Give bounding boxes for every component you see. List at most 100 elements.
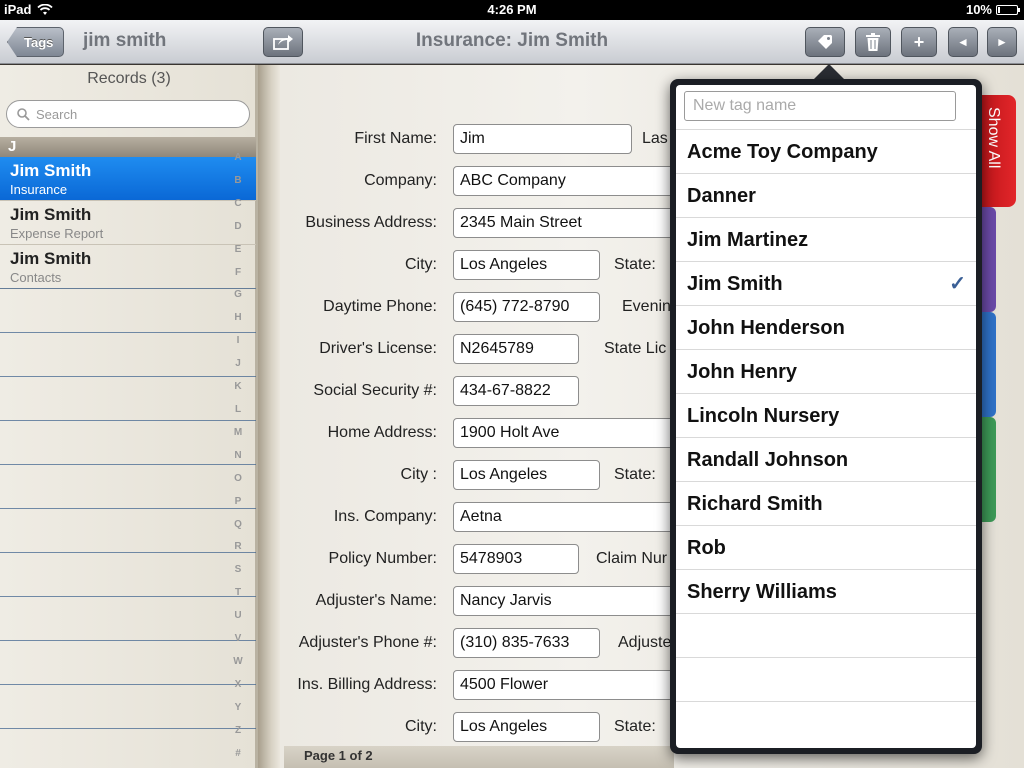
tag-item[interactable]: Sherry Williams	[676, 569, 976, 613]
home-state-label: State:	[614, 466, 656, 483]
business-address-field[interactable]: 2345 Main Street	[453, 208, 683, 238]
clock: 4:26 PM	[487, 2, 537, 17]
index-letter[interactable]: K	[230, 376, 246, 399]
index-letter[interactable]: J	[230, 353, 246, 376]
adjuster-phone-field[interactable]: (310) 835-7633	[453, 628, 600, 658]
tag-item[interactable]: Jim Smith ✓	[676, 261, 976, 305]
index-letter[interactable]: T	[230, 582, 246, 605]
ins-company-field[interactable]: Aetna	[453, 502, 683, 532]
record-type: Contacts	[10, 270, 62, 285]
tag-name: Rob	[687, 537, 726, 559]
index-letter[interactable]: P	[230, 491, 246, 514]
billing-city-label: City:	[405, 718, 437, 735]
billing-address-field[interactable]: 4500 Flower	[453, 670, 683, 700]
tag-popover: New tag name Acme Toy Company Danner Jim M…	[670, 79, 982, 754]
ruled-line	[0, 332, 256, 333]
city-field[interactable]: Los Angeles	[453, 250, 600, 280]
show-all-tab[interactable]: Show All	[982, 95, 1016, 207]
index-letter[interactable]: M	[230, 422, 246, 445]
previous-button[interactable]: ◄	[948, 27, 978, 57]
ruled-line	[0, 596, 256, 597]
index-letter[interactable]: #	[230, 743, 246, 766]
tag-item[interactable]: Randall Johnson	[676, 437, 976, 481]
index-letter[interactable]: Z	[230, 720, 246, 743]
home-address-label: Home Address:	[327, 424, 437, 441]
index-letter[interactable]: B	[230, 170, 246, 193]
ssn-label: Social Security #:	[313, 382, 437, 399]
drivers-license-field[interactable]: N2645789	[453, 334, 579, 364]
index-letter[interactable]: H	[230, 307, 246, 330]
index-letter[interactable]: N	[230, 445, 246, 468]
blue-tab[interactable]	[982, 312, 996, 417]
company-label: Company:	[364, 172, 437, 189]
adjuster-name-field[interactable]: Nancy Jarvis	[453, 586, 683, 616]
empty-tag-row	[676, 613, 976, 657]
new-tag-input[interactable]: New tag name	[684, 91, 956, 121]
tag-item[interactable]: Danner	[676, 173, 976, 217]
popover-arrow	[813, 64, 845, 80]
policy-number-field[interactable]: 5478903	[453, 544, 579, 574]
ssn-field[interactable]: 434-67-8822	[453, 376, 579, 406]
purple-tab[interactable]	[982, 207, 996, 312]
tag-item[interactable]: Acme Toy Company	[676, 129, 976, 173]
tag-item[interactable]: John Henderson	[676, 305, 976, 349]
index-letter[interactable]: C	[230, 193, 246, 216]
index-letter[interactable]: Q	[230, 514, 246, 537]
index-letter[interactable]: E	[230, 239, 246, 262]
city-label: City:	[405, 256, 437, 273]
index-letter[interactable]: I	[230, 330, 246, 353]
ruled-line	[0, 288, 256, 289]
index-letter[interactable]: A	[230, 147, 246, 170]
tag-button[interactable]	[805, 27, 845, 57]
first-name-field[interactable]: Jim	[453, 124, 632, 154]
battery-icon	[996, 4, 1020, 15]
index-letter[interactable]: R	[230, 536, 246, 559]
state-label: State:	[614, 256, 656, 273]
billing-address-label: Ins. Billing Address:	[297, 676, 437, 693]
search-field[interactable]: Search	[6, 100, 250, 128]
tag-icon	[818, 35, 832, 49]
daytime-phone-field[interactable]: (645) 772-8790	[453, 292, 600, 322]
tag-item[interactable]: Rob	[676, 525, 976, 569]
next-button[interactable]: ►	[987, 27, 1017, 57]
tag-item[interactable]: Jim Martinez	[676, 217, 976, 261]
section-header-j: J	[0, 137, 256, 157]
tag-name: Sherry Williams	[687, 581, 837, 603]
billing-city-field[interactable]: Los Angeles	[453, 712, 600, 742]
search-icon	[17, 107, 30, 121]
drivers-license-label: Driver's License:	[319, 340, 437, 357]
empty-tag-row	[676, 701, 976, 745]
evening-phone-label: Evenin	[622, 298, 671, 315]
green-tab[interactable]	[982, 417, 996, 522]
alphabet-index[interactable]: A B C D E F G H I J K L M N O P Q R S T U V W X Y Z #	[230, 147, 246, 765]
tag-name: Jim Martinez	[687, 229, 809, 251]
home-address-field[interactable]: 1900 Holt Ave	[453, 418, 683, 448]
record-item-insurance[interactable]: Jim Smith Insurance	[0, 157, 256, 201]
tag-item[interactable]: Richard Smith	[676, 481, 976, 525]
tag-name: John Henderson	[687, 317, 845, 339]
adjuster-extra-label: Adjuste	[618, 634, 672, 651]
company-field[interactable]: ABC Company	[453, 166, 683, 196]
index-letter[interactable]: U	[230, 605, 246, 628]
record-item-contacts[interactable]: Jim Smith Contacts	[0, 245, 256, 289]
tag-item[interactable]: John Henry	[676, 349, 976, 393]
index-letter[interactable]: Y	[230, 697, 246, 720]
tag-list: New tag name Acme Toy Company Danner Jim M…	[676, 85, 976, 748]
tag-name: Danner	[687, 185, 756, 207]
record-item-expense-report[interactable]: Jim Smith Expense Report	[0, 201, 256, 245]
index-letter[interactable]: L	[230, 399, 246, 422]
tag-item[interactable]: Lincoln Nursery	[676, 393, 976, 437]
battery-percent: 10%	[965, 2, 992, 17]
add-button[interactable]: +	[901, 27, 937, 57]
delete-button[interactable]	[855, 27, 891, 57]
status-bar: iPad 4:26 PM 10%	[0, 0, 1024, 20]
index-letter[interactable]: F	[230, 262, 246, 285]
index-letter[interactable]: S	[230, 559, 246, 582]
index-letter[interactable]: W	[230, 651, 246, 674]
index-letter[interactable]: O	[230, 468, 246, 491]
index-letter[interactable]: D	[230, 216, 246, 239]
index-letter[interactable]: G	[230, 284, 246, 307]
index-letter[interactable]: X	[230, 674, 246, 697]
home-city-field[interactable]: Los Angeles	[453, 460, 600, 490]
index-letter[interactable]: V	[230, 628, 246, 651]
